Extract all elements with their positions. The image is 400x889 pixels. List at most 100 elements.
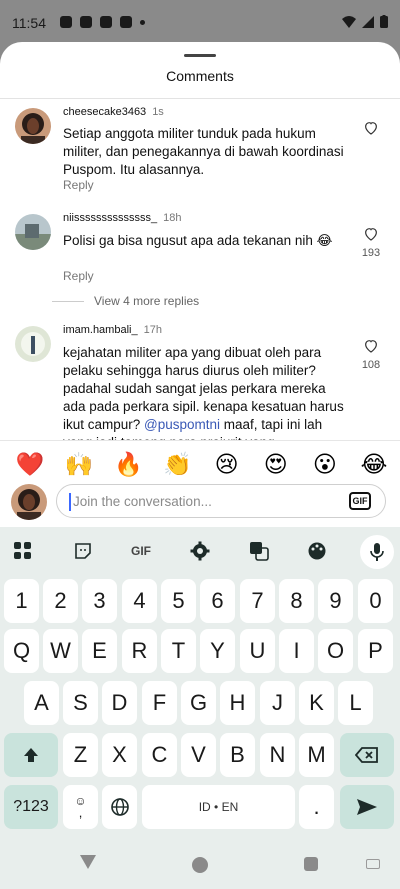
replies-line [52,300,84,302]
period-key[interactable]: . [299,785,334,829]
key-q[interactable]: Q [4,629,39,673]
key-0[interactable]: 0 [358,579,393,623]
key-1[interactable]: 1 [4,579,39,623]
apps-grid-icon[interactable] [11,539,35,563]
key-o[interactable]: O [318,629,353,673]
key-b[interactable]: B [220,733,255,777]
wifi-icon [342,15,356,28]
language-globe-key[interactable] [102,785,137,829]
symbols-key[interactable]: ?123 [4,785,58,829]
send-enter-key[interactable] [340,785,394,829]
comma-label: , [78,805,83,820]
comment-text: Setiap anggota militer tunduk pada hukum… [63,126,344,177]
username-text: cheesecake3463 [63,106,147,118]
key-h[interactable]: H [220,681,255,725]
key-2[interactable]: 2 [43,579,78,623]
reply-button[interactable]: Reply [63,178,94,192]
emoji-raised-hands[interactable]: 🙌 [63,449,95,479]
avatar[interactable] [15,108,51,144]
avatar[interactable] [15,326,51,362]
avatar[interactable] [15,214,51,250]
system-icons [342,15,388,28]
like-heart-icon[interactable] [363,338,379,354]
theme-palette-icon[interactable] [305,539,329,563]
key-z[interactable]: Z [63,733,98,777]
like-heart-icon[interactable] [363,120,379,136]
more-dot-icon [140,20,145,25]
app-icon [80,16,92,28]
like-heart-icon[interactable] [363,226,379,242]
key-s[interactable]: S [63,681,98,725]
key-a[interactable]: A [24,681,59,725]
key-k[interactable]: K [299,681,334,725]
key-7[interactable]: 7 [240,579,275,623]
drag-handle[interactable] [184,54,216,57]
comment-input-placeholder: Join the conversation... [73,494,212,509]
home-nav-icon[interactable] [192,857,208,873]
screenshot-icon [100,16,112,28]
view-more-replies[interactable]: View 4 more replies [52,294,199,308]
shift-key[interactable] [4,733,58,777]
key-t[interactable]: T [161,629,196,673]
key-y[interactable]: Y [200,629,235,673]
key-g[interactable]: G [181,681,216,725]
comment-username[interactable]: niissssssssssssss_ 18h [63,212,181,224]
key-r[interactable]: R [122,629,157,673]
key-8[interactable]: 8 [279,579,314,623]
key-u[interactable]: U [240,629,275,673]
key-x[interactable]: X [102,733,137,777]
mention-link[interactable]: @puspomtni [144,417,220,432]
key-j[interactable]: J [260,681,295,725]
bag-icon [120,16,132,28]
chat-icon [60,16,72,28]
key-m[interactable]: M [299,733,334,777]
key-n[interactable]: N [260,733,295,777]
like-count: 108 [361,359,381,371]
emoji-laugh[interactable]: 😂 [358,449,390,479]
key-6[interactable]: 6 [200,579,235,623]
key-e[interactable]: E [82,629,117,673]
reply-button[interactable]: Reply [63,269,94,283]
key-9[interactable]: 9 [318,579,353,623]
key-f[interactable]: F [142,681,177,725]
comment-username[interactable]: cheesecake3463 1s [63,106,164,118]
view-more-replies-label: View 4 more replies [94,294,200,308]
sticker-icon[interactable] [71,539,95,563]
key-3[interactable]: 3 [82,579,117,623]
key-w[interactable]: W [43,629,78,673]
emoji-surprised[interactable]: 😮 [309,449,341,479]
settings-gear-icon[interactable] [188,539,212,563]
key-v[interactable]: V [181,733,216,777]
microphone-icon [370,543,384,561]
keyboard-switch-icon[interactable] [366,859,380,869]
key-4[interactable]: 4 [122,579,157,623]
backspace-key[interactable] [340,733,394,777]
gif-keyboard-button[interactable]: GIF [124,539,158,563]
key-d[interactable]: D [102,681,137,725]
key-i[interactable]: I [279,629,314,673]
emoji-fire[interactable]: 🔥 [112,449,144,479]
emoji-heart-eyes[interactable]: 😍 [260,449,292,479]
emoji-clap[interactable]: 👏 [161,449,193,479]
key-5[interactable]: 5 [161,579,196,623]
emoji-heart[interactable]: ❤️ [14,449,46,479]
key-c[interactable]: C [142,733,177,777]
recents-nav-icon[interactable] [304,857,318,871]
comment-input[interactable]: Join the conversation... GIF [56,484,386,518]
comment-text: Polisi ga bisa ngusut apa ada tekanan ni… [63,233,333,248]
emoji-cry[interactable]: 😢 [211,449,243,479]
translate-icon[interactable] [247,539,271,563]
send-arrow-icon [357,799,377,815]
system-nav-bar [0,837,400,889]
comment-username[interactable]: imam.hambali_ 17h [63,324,162,336]
back-nav-icon[interactable] [80,855,96,869]
key-l[interactable]: L [338,681,373,725]
emoji-comma-key[interactable]: ☺ , [63,785,98,829]
gif-button[interactable]: GIF [349,492,371,510]
voice-input-button[interactable] [360,535,394,569]
sheet-title: Comments [166,68,234,84]
status-time: 11:54 [12,15,46,31]
status-bar: 11:54 [0,0,400,44]
key-p[interactable]: P [358,629,393,673]
spacebar[interactable]: ID • EN [142,785,295,829]
